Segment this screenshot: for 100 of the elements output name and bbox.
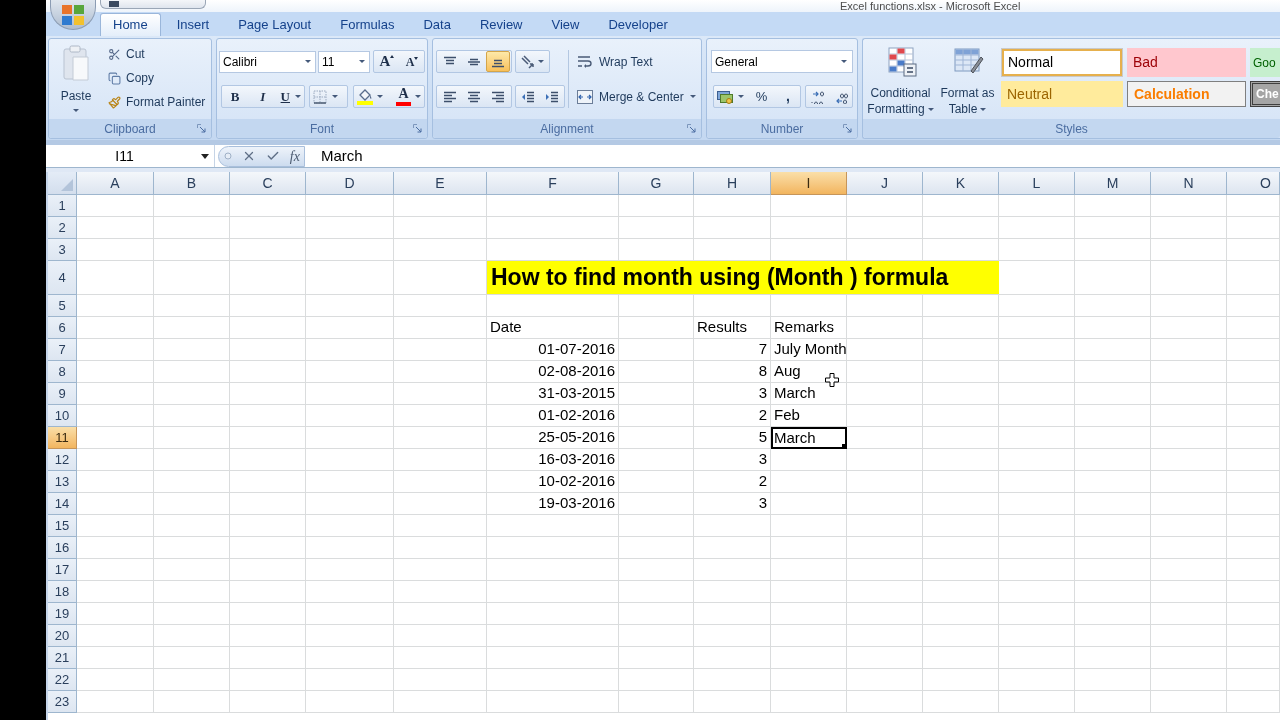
dialog-launcher-icon[interactable] <box>197 124 206 133</box>
conditional-formatting-button[interactable]: Conditional Formatting <box>866 39 935 119</box>
shrink-font-button[interactable]: A <box>405 55 419 68</box>
column-header[interactable]: B <box>154 172 230 195</box>
font-color-button[interactable]: A <box>396 86 421 107</box>
ribbon-tab[interactable]: Formulas <box>327 13 408 36</box>
comma-button[interactable]: , <box>779 86 797 107</box>
row-header[interactable]: 18 <box>48 581 77 603</box>
currency-button[interactable] <box>717 89 744 104</box>
font-size-dropdown[interactable]: 11 <box>318 50 370 73</box>
row-header[interactable]: 16 <box>48 537 77 559</box>
row-header[interactable]: 21 <box>48 647 77 669</box>
table-cell <box>1227 361 1280 383</box>
row-header[interactable]: 15 <box>48 515 77 537</box>
table-cell <box>1227 449 1280 471</box>
bold-button[interactable]: B <box>225 86 245 107</box>
italic-button[interactable]: I <box>252 86 273 107</box>
percent-button[interactable]: % <box>751 86 772 107</box>
row-header[interactable]: 2 <box>48 217 77 239</box>
check-icon[interactable] <box>265 149 280 163</box>
caret-icon <box>305 60 311 63</box>
format-painter-button[interactable]: Format Painter <box>108 92 206 112</box>
ribbon-tab[interactable]: Insert <box>163 13 223 36</box>
header-cell: Date <box>487 317 619 339</box>
column-header[interactable]: K <box>923 172 999 195</box>
row-header[interactable]: 7 <box>48 339 77 361</box>
row-header[interactable]: 4 <box>48 261 77 295</box>
column-header[interactable]: C <box>230 172 306 195</box>
row-header[interactable]: 17 <box>48 559 77 581</box>
table-cell: 02-08-2016 <box>487 361 619 383</box>
paste-button[interactable]: Paste <box>53 39 99 119</box>
underline-button[interactable]: U <box>280 86 301 107</box>
row-header[interactable]: 19 <box>48 603 77 625</box>
row-header[interactable]: 11 <box>48 427 77 449</box>
dialog-launcher-icon[interactable] <box>687 124 696 133</box>
insert-function-button[interactable]: fx <box>289 145 300 167</box>
row-header[interactable]: 23 <box>48 691 77 713</box>
table-cell: Feb <box>771 405 847 427</box>
column-header[interactable]: A <box>77 172 154 195</box>
column-header[interactable]: J <box>847 172 923 195</box>
align-left-icon <box>443 90 457 103</box>
increase-decimal-icon[interactable] <box>809 89 826 104</box>
row-header[interactable]: 9 <box>48 383 77 405</box>
row-header[interactable]: 8 <box>48 361 77 383</box>
row-header[interactable]: 6 <box>48 317 77 339</box>
table-cell <box>1227 603 1280 625</box>
column-header[interactable]: E <box>394 172 487 195</box>
merge-center-button[interactable]: Merge & Center <box>577 85 696 108</box>
column-header[interactable]: M <box>1075 172 1151 195</box>
column-header[interactable]: F <box>487 172 619 195</box>
cell-style-option[interactable]: Neutral <box>1001 81 1123 107</box>
row-header[interactable]: 5 <box>48 295 77 317</box>
table-cell: July Month <box>771 339 847 361</box>
increase-indent-icon[interactable] <box>545 90 559 103</box>
row-header[interactable]: 12 <box>48 449 77 471</box>
group-label: Alignment <box>540 120 594 138</box>
format-as-table-button[interactable]: Format as Table <box>938 39 997 119</box>
caret-icon <box>841 60 847 63</box>
row-header[interactable]: 13 <box>48 471 77 493</box>
column-header[interactable]: O <box>1227 172 1280 195</box>
cut-button[interactable]: Cut <box>108 44 206 64</box>
row-header[interactable]: 20 <box>48 625 77 647</box>
dialog-launcher-icon[interactable] <box>413 124 422 133</box>
align-button[interactable] <box>486 51 510 72</box>
fill-handle[interactable] <box>842 444 847 449</box>
ribbon-tab[interactable]: Developer <box>595 13 681 36</box>
row-header[interactable]: 10 <box>48 405 77 427</box>
copy-button[interactable]: Copy <box>108 68 206 88</box>
number-format-dropdown[interactable]: General <box>711 50 853 73</box>
column-header[interactable]: G <box>619 172 694 195</box>
column-header[interactable]: I <box>771 172 847 195</box>
row-header[interactable]: 22 <box>48 669 77 691</box>
grip-icon[interactable] <box>224 152 232 160</box>
font-name-dropdown[interactable]: Calibri <box>219 50 316 73</box>
table-cell: 5 <box>694 427 771 449</box>
grow-font-button[interactable]: A <box>379 54 395 69</box>
ribbon-tab[interactable]: Home <box>100 13 161 36</box>
cell-style-option[interactable]: Bad <box>1127 48 1246 77</box>
ribbon-tab[interactable]: Page Layout <box>225 13 325 36</box>
wrap-text-button[interactable]: Wrap Text <box>577 50 696 73</box>
ribbon-tab[interactable]: Review <box>466 13 536 36</box>
formula-input[interactable]: March <box>305 145 1280 167</box>
row-header[interactable]: 3 <box>48 239 77 261</box>
selected-cell[interactable]: March <box>771 427 847 449</box>
orientation-button[interactable] <box>520 54 544 69</box>
column-header[interactable]: H <box>694 172 771 195</box>
cell-style-option[interactable]: Normal <box>1001 48 1123 77</box>
caret-icon <box>201 153 209 159</box>
group-label: Clipboard <box>104 120 156 138</box>
column-header[interactable]: D <box>306 172 394 195</box>
decrease-indent-icon[interactable] <box>521 90 535 103</box>
ribbon-tab[interactable]: View <box>538 13 593 36</box>
row-header[interactable]: 1 <box>48 195 77 217</box>
caret-icon <box>927 108 934 112</box>
ribbon-tab[interactable]: Data <box>410 13 464 36</box>
cell-style-option[interactable]: Goo <box>1250 48 1280 77</box>
dialog-launcher-icon[interactable] <box>843 124 852 133</box>
row-header[interactable]: 14 <box>48 493 77 515</box>
column-header[interactable]: N <box>1151 172 1227 195</box>
column-header[interactable]: L <box>999 172 1075 195</box>
